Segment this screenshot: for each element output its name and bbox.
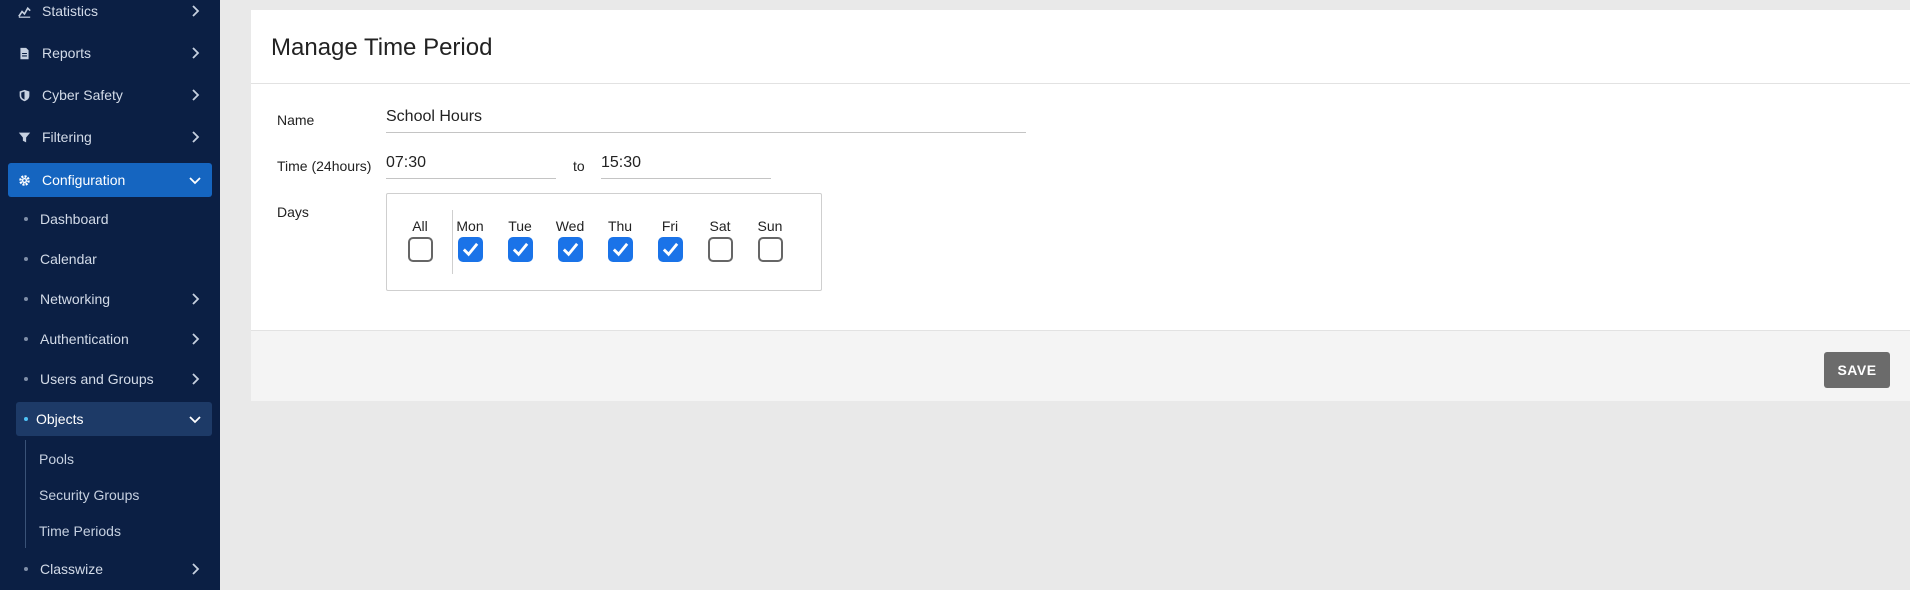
chart-icon [17, 4, 31, 18]
day-label: Wed [555, 218, 585, 234]
sidebar-item-authentication[interactable]: Authentication [8, 323, 212, 355]
time-from-field[interactable] [386, 152, 556, 179]
sidebar-item-configuration[interactable]: Configuration [8, 163, 212, 197]
day-label: Thu [607, 218, 633, 234]
name-field[interactable] [386, 106, 1026, 133]
sidebar-item-label: Cyber Safety [42, 87, 123, 103]
sidebar: Statistics Reports Cyber Safety Filterin… [0, 0, 220, 590]
document-icon [17, 46, 31, 60]
day-label: All [412, 218, 428, 234]
sidebar-item-filtering[interactable]: Filtering [8, 121, 212, 153]
sidebar-item-label: Networking [40, 291, 111, 307]
day-label: Fri [661, 218, 679, 234]
sidebar-subitem-pools[interactable]: Pools [39, 444, 74, 474]
sidebar-item-label: Objects [36, 411, 84, 427]
sidebar-item-cyber-safety[interactable]: Cyber Safety [8, 79, 212, 111]
bullet-icon [24, 297, 28, 301]
time-period-form-card: Manage Time Period Name Time (24hours) t… [251, 10, 1910, 401]
chevron-down-icon [188, 412, 202, 426]
sidebar-item-label: Configuration [42, 172, 126, 188]
sidebar-item-label: Authentication [40, 331, 129, 347]
day-sun: Sun [750, 218, 790, 262]
chevron-right-icon [188, 292, 202, 306]
checkbox-wed[interactable] [557, 237, 583, 262]
day-label: Sat [709, 218, 731, 234]
check-icon [612, 242, 628, 257]
time-to-field[interactable] [601, 152, 771, 179]
page-title: Manage Time Period [271, 34, 493, 61]
filter-icon [17, 130, 31, 144]
checkbox-mon[interactable] [457, 237, 483, 262]
shield-icon [17, 88, 31, 102]
chevron-right-icon [188, 372, 202, 386]
chevron-down-icon [188, 173, 202, 187]
sidebar-subitem-time-periods[interactable]: Time Periods [39, 516, 121, 546]
sidebar-item-label: Dashboard [40, 211, 109, 227]
sidebar-item-label: Users and Groups [40, 371, 154, 387]
sidebar-item-dashboard[interactable]: Dashboard [8, 203, 212, 235]
check-icon [512, 242, 528, 257]
day-fri: Fri [650, 218, 690, 262]
sidebar-item-reports[interactable]: Reports [8, 37, 212, 69]
day-mon: Mon [450, 218, 490, 262]
checkbox-fri[interactable] [657, 237, 683, 262]
chevron-right-icon [188, 46, 202, 60]
day-sat: Sat [700, 218, 740, 262]
sidebar-subitem-security-groups[interactable]: Security Groups [39, 480, 139, 510]
sidebar-item-classwize[interactable]: Classwize [8, 553, 212, 585]
bullet-icon [24, 417, 28, 421]
day-label: Tue [508, 218, 532, 234]
checkbox-thu[interactable] [607, 237, 633, 262]
bullet-icon [24, 377, 28, 381]
checkbox-tue[interactable] [507, 237, 533, 262]
checkbox-sat[interactable] [707, 237, 733, 262]
save-button[interactable]: SAVE [1824, 352, 1890, 388]
day-wed: Wed [550, 218, 590, 262]
time-to-label: to [573, 158, 585, 174]
chevron-right-icon [188, 4, 202, 18]
submenu-guide-line [25, 440, 26, 548]
day-thu: Thu [600, 218, 640, 262]
sidebar-item-label: Filtering [42, 129, 92, 145]
sidebar-item-label: Reports [42, 45, 92, 61]
sidebar-item-statistics[interactable]: Statistics [8, 0, 212, 27]
sidebar-item-label: Statistics [42, 3, 99, 19]
sidebar-item-networking[interactable]: Networking [8, 283, 212, 315]
day-all: All [400, 218, 440, 262]
header-divider [251, 83, 1910, 84]
sidebar-item-users-and-groups[interactable]: Users and Groups [8, 363, 212, 395]
day-tue: Tue [500, 218, 540, 262]
chevron-right-icon [188, 332, 202, 346]
chevron-right-icon [188, 562, 202, 576]
sidebar-item-label: Calendar [40, 251, 97, 267]
gear-icon [17, 173, 31, 187]
sidebar-item-objects[interactable]: Objects [16, 402, 212, 436]
bullet-icon [24, 257, 28, 261]
chevron-right-icon [188, 88, 202, 102]
check-icon [662, 242, 678, 257]
check-icon [562, 242, 578, 257]
day-label: Mon [456, 218, 484, 234]
bullet-icon [24, 567, 28, 571]
check-icon [462, 242, 478, 257]
day-label: Sun [757, 218, 783, 234]
bullet-icon [24, 217, 28, 221]
sidebar-item-label: Classwize [40, 561, 104, 577]
time-label: Time (24hours) [277, 158, 372, 174]
sidebar-item-calendar[interactable]: Calendar [8, 243, 212, 275]
chevron-right-icon [188, 130, 202, 144]
checkbox-sun[interactable] [757, 237, 783, 262]
name-label: Name [277, 112, 315, 128]
form-footer: SAVE [251, 330, 1910, 401]
days-label: Days [277, 204, 309, 220]
checkbox-all[interactable] [407, 237, 433, 262]
bullet-icon [24, 337, 28, 341]
days-selector: All Mon Tue Wed Thu Fri Sat Sun [386, 193, 822, 291]
